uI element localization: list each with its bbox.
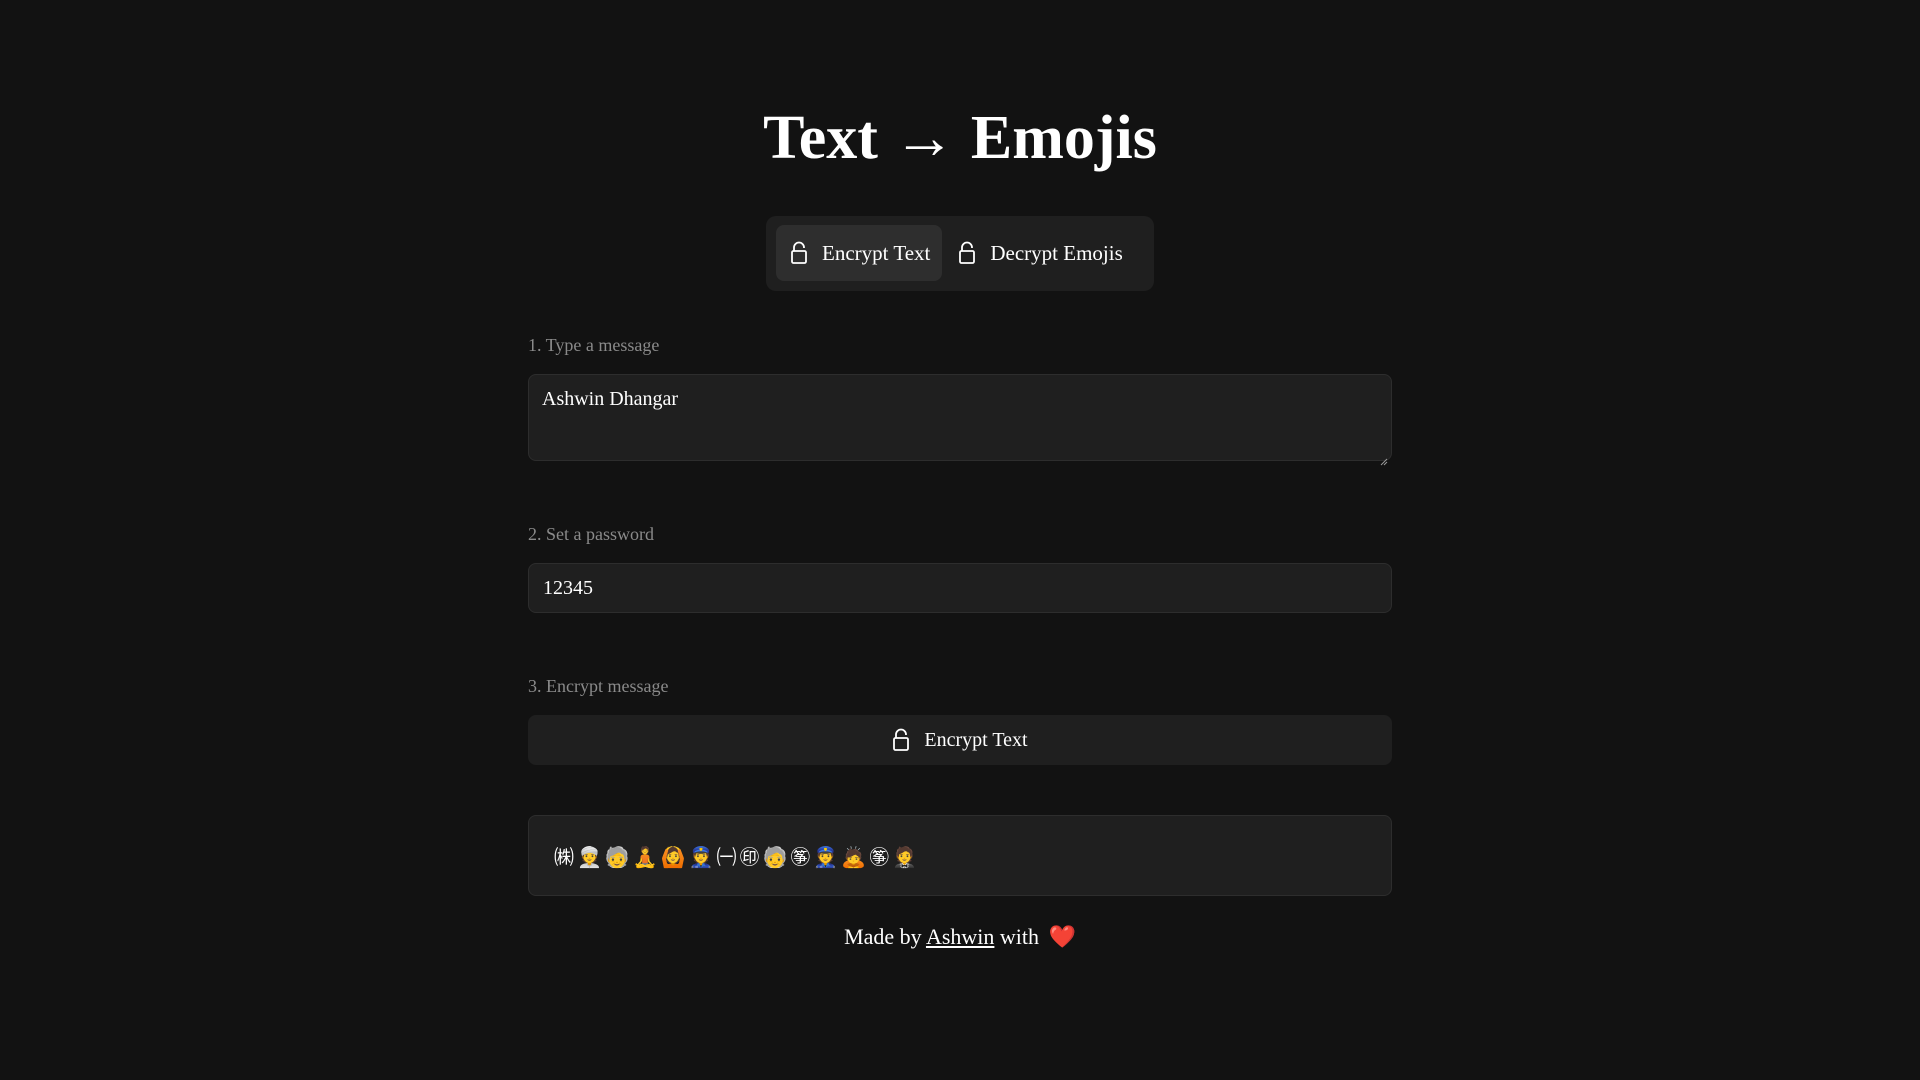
footer-suffix: with (999, 924, 1040, 949)
heart-icon: ❤️ (1048, 925, 1076, 950)
resize-handle-icon[interactable] (1380, 449, 1388, 466)
emoji-output-value: ㈱👳🧓🧘🙆👮㈠㊞🧓㉇👮🙇㉇🤵 (554, 845, 921, 869)
page-title: Text → Emojis (763, 104, 1157, 172)
password-input[interactable]: 12345 (528, 563, 1392, 613)
encrypt-button-label: Encrypt Text (924, 728, 1028, 751)
tab-encrypt-text[interactable]: Encrypt Text (776, 225, 943, 281)
lock-icon (892, 728, 910, 752)
tab-label: Decrypt Emojis (990, 240, 1123, 265)
message-textarea[interactable]: Ashwin Dhangar (528, 374, 1392, 466)
encrypt-step-label: 3. Encrypt message (528, 676, 669, 696)
footer-prefix: Made by (844, 924, 922, 949)
author-link[interactable]: Ashwin (926, 924, 994, 949)
mode-tabs: Encrypt Text Decrypt Emojis (766, 216, 1154, 291)
tab-label: Encrypt Text (822, 240, 931, 265)
message-label: 1. Type a message (528, 335, 660, 355)
password-value: 12345 (543, 576, 593, 599)
lock-icon (958, 241, 976, 265)
footer: Made by Ashwin with ❤️ (0, 924, 1920, 950)
password-label: 2. Set a password (528, 524, 654, 544)
page: Text → Emojis Encrypt Text Decrypt Emoji… (0, 0, 1920, 1080)
emoji-output[interactable]: ㈱👳🧓🧘🙆👮㈠㊞🧓㉇👮🙇㉇🤵 (528, 815, 1392, 896)
message-value: Ashwin Dhangar (542, 388, 679, 410)
tab-decrypt-emojis[interactable]: Decrypt Emojis (944, 225, 1134, 281)
encrypt-button[interactable]: Encrypt Text (528, 715, 1392, 765)
lock-icon (790, 241, 808, 265)
